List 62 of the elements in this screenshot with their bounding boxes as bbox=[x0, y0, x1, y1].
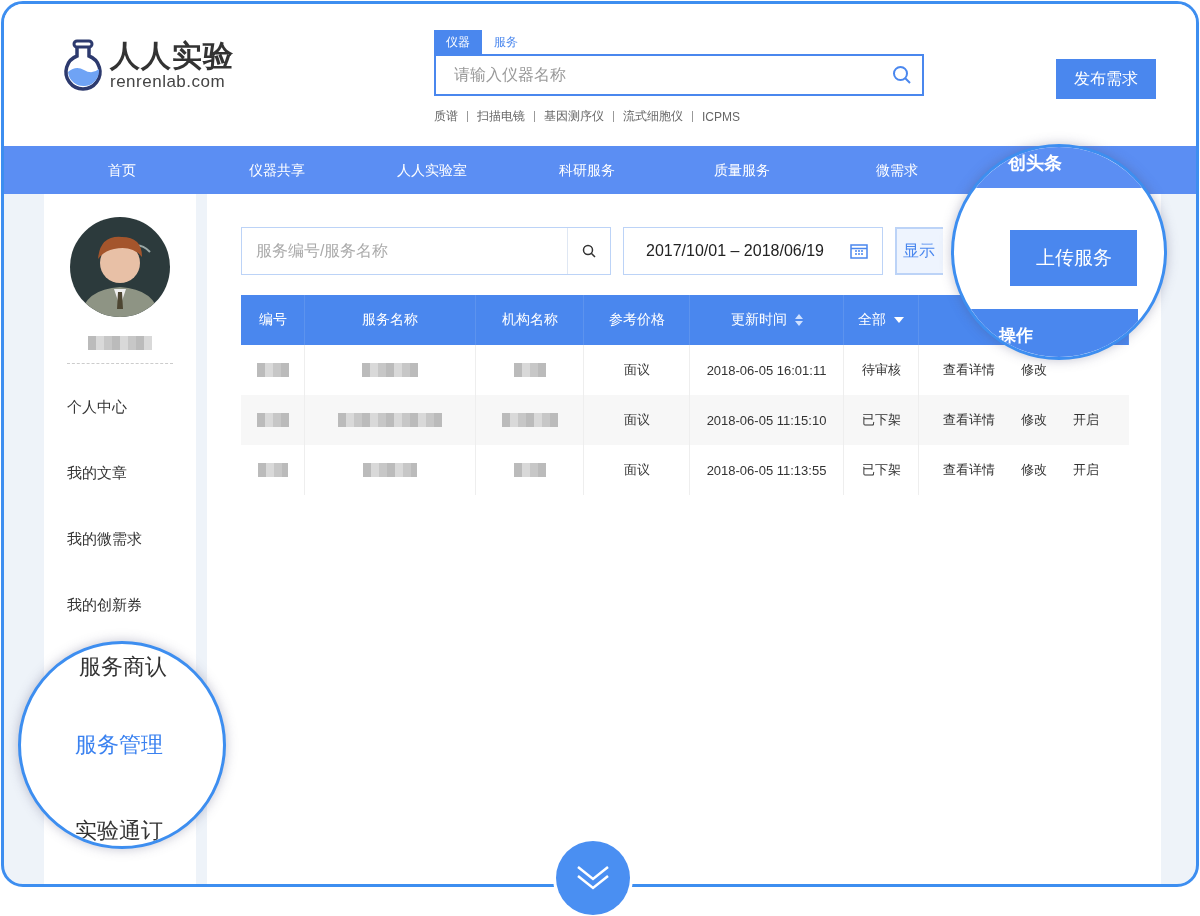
action-link[interactable]: 开启 bbox=[1073, 461, 1099, 479]
action-link[interactable]: 修改 bbox=[1021, 361, 1047, 379]
hot-search-link[interactable]: 质谱 bbox=[434, 108, 458, 125]
action-link[interactable]: 查看详情 bbox=[943, 361, 995, 379]
table-cell: 面议 bbox=[623, 361, 650, 379]
double-chevron-down-icon bbox=[576, 865, 610, 891]
flask-logo-icon bbox=[62, 39, 104, 91]
blurred-text bbox=[513, 363, 546, 377]
search-input[interactable]: 服务编号/服务名称 bbox=[242, 241, 567, 261]
search-field[interactable]: 服务编号/服务名称 bbox=[241, 227, 611, 275]
sidebar-item[interactable]: 我的文章 bbox=[67, 440, 173, 506]
dropdown-caret-icon bbox=[894, 317, 904, 323]
search-field[interactable]: 请输入仪器名称 bbox=[434, 54, 924, 96]
search-tab[interactable]: 仪器 bbox=[434, 30, 482, 54]
action-link[interactable]: 开启 bbox=[1073, 411, 1099, 429]
search-icon bbox=[582, 244, 596, 258]
blurred-text bbox=[256, 413, 289, 427]
hot-search-link[interactable]: ICPMS bbox=[702, 109, 740, 124]
upload-button[interactable]: 上传服务 bbox=[1010, 230, 1137, 286]
table-cell: 2018-06-05 16:01:11 bbox=[706, 362, 827, 378]
action-link[interactable]: 查看详情 bbox=[943, 461, 995, 479]
filter-button[interactable]: 显示 bbox=[895, 227, 943, 275]
table-cell: 待审核 bbox=[861, 361, 901, 379]
search-tab[interactable]: 服务 bbox=[482, 30, 530, 54]
table-cell: 2018-06-05 11:15:10 bbox=[706, 412, 827, 428]
blurred-text bbox=[363, 463, 417, 477]
column-header: 机构名称 bbox=[501, 311, 558, 329]
action-link[interactable]: 修改 bbox=[1021, 411, 1047, 429]
blurred-text bbox=[362, 363, 418, 377]
logo-domain: renrenlab.com bbox=[110, 73, 227, 91]
action-link[interactable]: 修改 bbox=[1021, 461, 1047, 479]
table-cell: 已下架 bbox=[861, 461, 901, 479]
action-link[interactable]: 查看详情 bbox=[943, 411, 995, 429]
column-header: 编号 bbox=[258, 311, 287, 329]
calendar-icon bbox=[850, 243, 868, 259]
hot-search-link[interactable]: 基因测序仪 bbox=[544, 108, 604, 125]
table-cell: 面议 bbox=[623, 461, 650, 479]
blurred-text bbox=[501, 413, 558, 427]
sidebar-item[interactable]: 服务管理 bbox=[75, 730, 163, 760]
logo-name: 人人实验 bbox=[110, 39, 234, 73]
column-header[interactable]: 全部 bbox=[858, 311, 886, 329]
publish-button[interactable]: 发布需求 bbox=[1056, 59, 1156, 99]
blurred-text bbox=[88, 336, 152, 350]
table-cell: 2018-06-05 11:13:55 bbox=[706, 462, 827, 478]
date-range-field[interactable]: 2017/10/01 – 2018/06/19 bbox=[623, 227, 883, 275]
search-input[interactable]: 请输入仪器名称 bbox=[452, 65, 892, 85]
sidebar-item[interactable]: 我的创新券 bbox=[67, 572, 173, 638]
table-cell: 已下架 bbox=[861, 411, 901, 429]
sidebar-item[interactable]: 服务商认 bbox=[79, 652, 167, 682]
sidebar-item[interactable]: 我的微需求 bbox=[67, 506, 173, 572]
hot-search-link[interactable]: 流式细胞仪 bbox=[623, 108, 683, 125]
column-header[interactable]: 更新时间 bbox=[730, 311, 787, 329]
blurred-text bbox=[257, 463, 288, 477]
sort-icon bbox=[794, 314, 803, 326]
column-header: 参考价格 bbox=[608, 311, 665, 329]
column-header: 服务名称 bbox=[362, 311, 418, 329]
search-icon bbox=[892, 65, 912, 85]
hot-search-link[interactable]: 扫描电镜 bbox=[477, 108, 525, 125]
sidebar-item[interactable]: 个人中心 bbox=[67, 374, 173, 440]
blurred-text bbox=[513, 463, 546, 477]
blurred-text bbox=[256, 363, 289, 377]
table-cell: 面议 bbox=[623, 411, 650, 429]
